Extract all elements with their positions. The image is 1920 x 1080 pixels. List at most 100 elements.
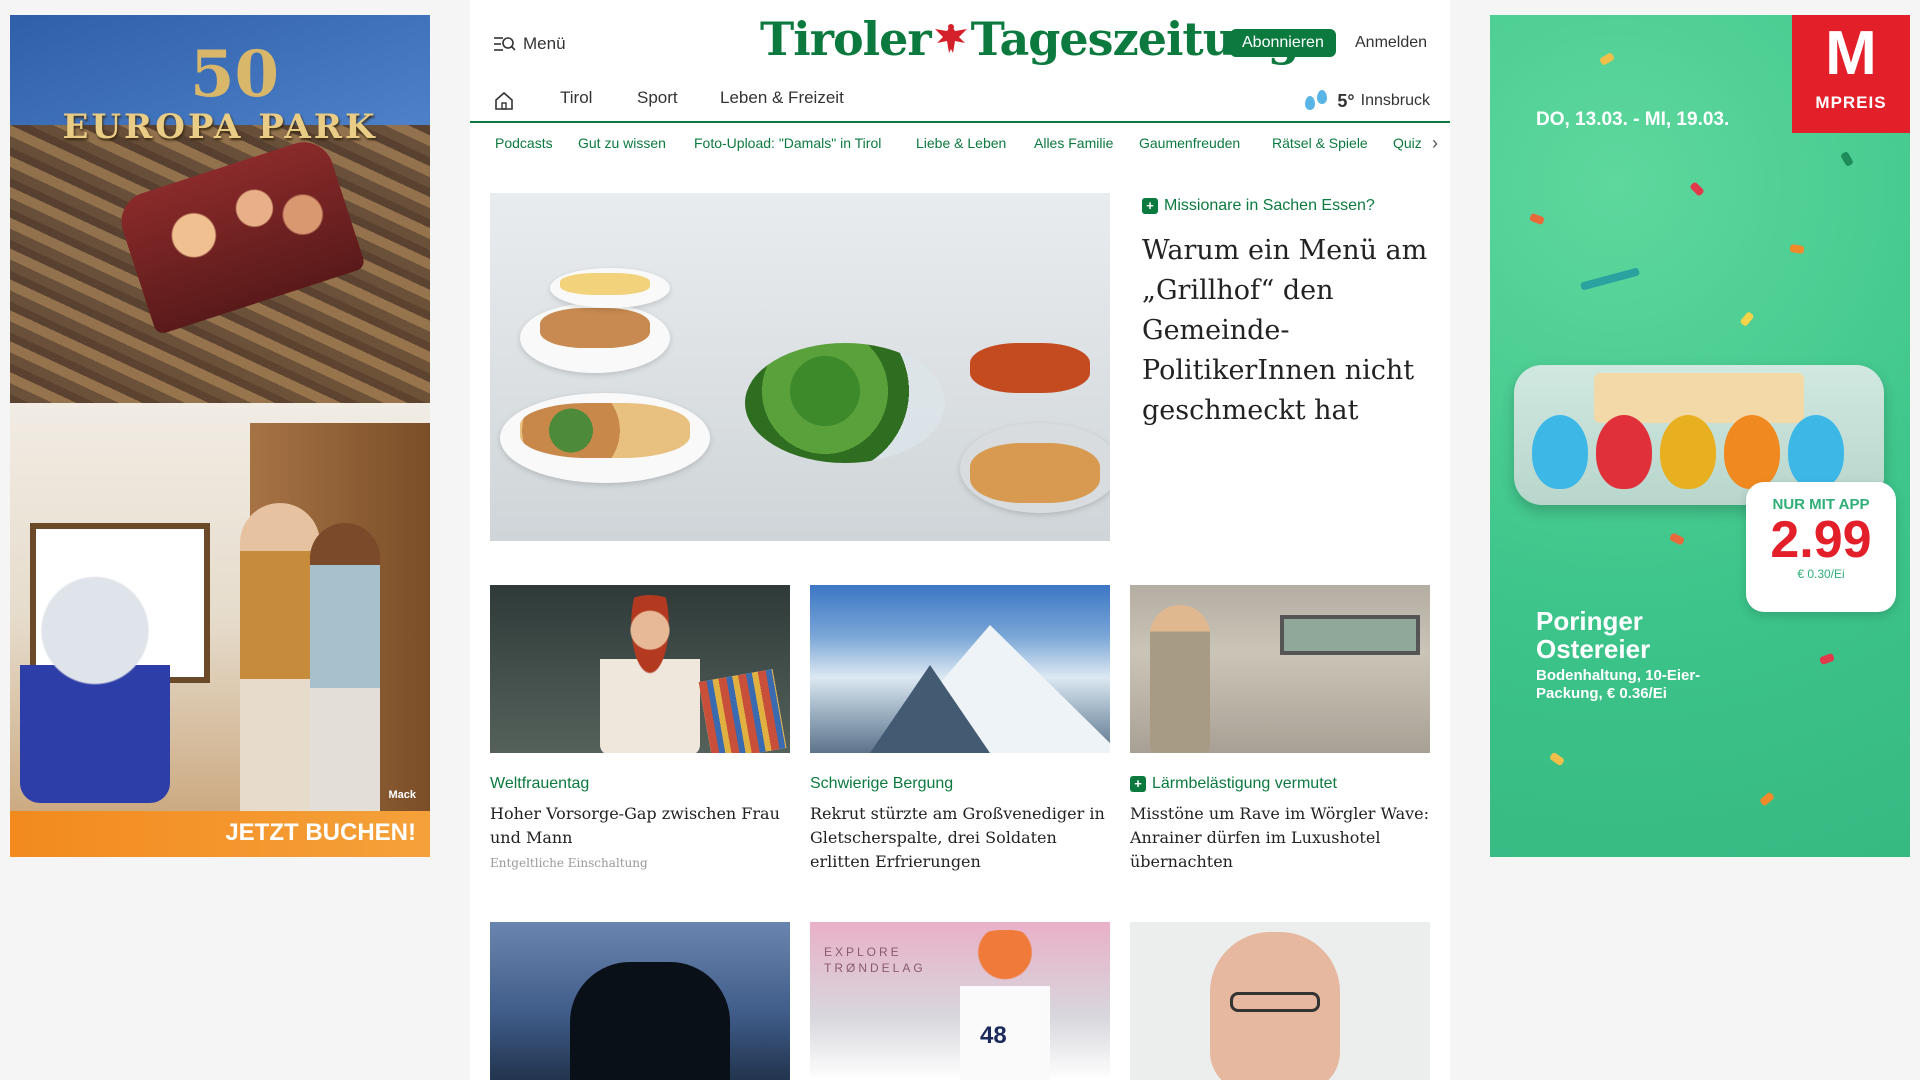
- hero-category: + Missionare in Sachen Essen?: [1142, 197, 1375, 215]
- anniversary-logo: 50: [190, 37, 280, 112]
- chevron-right-icon[interactable]: ›: [1432, 133, 1438, 154]
- menu-button[interactable]: Menü: [493, 34, 566, 54]
- article-image[interactable]: [1130, 922, 1430, 1080]
- article-image[interactable]: [490, 585, 790, 753]
- food: [970, 343, 1090, 393]
- food: [540, 308, 650, 348]
- europa-park-logo: EUROPA PARK: [62, 107, 378, 147]
- article-category-label: Lärmbelästigung vermutet: [1152, 775, 1337, 792]
- article-category: Schwierige Bergung: [810, 775, 954, 792]
- subscribe-button[interactable]: Abonnieren: [1230, 29, 1336, 57]
- nav-item-leben-freizeit[interactable]: Leben & Freizeit: [720, 88, 844, 108]
- article-title[interactable]: Rekrut stürzte am Großvenediger in Glets…: [810, 802, 1110, 874]
- confetti-piece: [1819, 652, 1835, 666]
- rain-icon: [1303, 90, 1331, 112]
- explore-trondelag-banner: EXPLORE TRØNDELAG: [824, 945, 926, 975]
- book-now-button[interactable]: JETZT BUCHEN!: [10, 811, 430, 857]
- confetti-piece: [1689, 181, 1705, 197]
- mountain-shadow: [870, 665, 990, 753]
- bib-number: 48: [980, 1022, 1007, 1049]
- plus-icon: +: [1142, 198, 1158, 214]
- nav-item-sport[interactable]: Sport: [637, 88, 678, 108]
- tyrolean-eagle-icon: [934, 24, 967, 53]
- hotel-room-image: [10, 403, 430, 833]
- header: Menü Tiroler Tageszeitung Abonnieren Anm…: [470, 0, 1450, 88]
- food: [970, 443, 1100, 503]
- egg: [1660, 415, 1716, 489]
- hero-article[interactable]: + Missionare in Sachen Essen? Warum ein …: [490, 193, 1430, 543]
- main-nav: Tirol Sport Leben & Freizeit 5° Innsbruc…: [470, 88, 1450, 123]
- article-image[interactable]: [1130, 585, 1430, 753]
- article-title[interactable]: Hoher Vorsorge-Gap zwischen Frau und Man…: [490, 802, 790, 850]
- home-icon[interactable]: [493, 90, 515, 112]
- article-image[interactable]: [810, 585, 1110, 753]
- sub-nav: Podcasts Gut zu wissen Foto-Upload: "Dam…: [470, 123, 1450, 161]
- egg: [1596, 415, 1652, 489]
- price-tag: NUR MIT APP 2.99 € 0.30/Ei: [1746, 482, 1896, 612]
- hero-image[interactable]: [490, 193, 1110, 541]
- confetti-piece: [1548, 751, 1566, 767]
- menu-label: Menü: [523, 34, 566, 53]
- egg: [1724, 415, 1780, 489]
- egg: [1532, 415, 1588, 489]
- man-figure: [240, 503, 320, 823]
- article-card[interactable]: Schwierige Bergung Rekrut stürzte am Gro…: [810, 585, 1110, 874]
- glasses: [1230, 992, 1320, 1012]
- product-name: Poringer Ostereier: [1536, 606, 1651, 664]
- weather-widget[interactable]: 5° Innsbruck: [1303, 90, 1430, 112]
- hero-category-label: Missionare in Sachen Essen?: [1164, 197, 1375, 214]
- plus-icon: +: [1130, 776, 1146, 792]
- offer-date: DO, 13.03. - MI, 19.03.: [1536, 109, 1730, 130]
- salad-bowl: [745, 343, 945, 463]
- subnav-item-gaumenfreuden[interactable]: Gaumenfreuden: [1139, 135, 1240, 151]
- subnav-item-foto-upload[interactable]: Foto-Upload: "Damals" in Tirol: [694, 135, 881, 151]
- hall-window: [1280, 615, 1420, 655]
- site-logo[interactable]: Tiroler Tageszeitung: [760, 12, 1300, 66]
- article-category: + Lärmbelästigung vermutet: [1130, 775, 1430, 793]
- mack-logo: Mack: [388, 789, 416, 801]
- logo-text-left: Tiroler: [760, 12, 932, 66]
- confetti-piece: [1579, 267, 1641, 291]
- subnav-item-liebe-leben[interactable]: Liebe & Leben: [916, 135, 1006, 151]
- nav-item-tirol[interactable]: Tirol: [560, 88, 592, 108]
- main-content: Menü Tiroler Tageszeitung Abonnieren Anm…: [470, 0, 1450, 1080]
- mpreis-logo: M MPREIS: [1792, 15, 1910, 133]
- europa-park-ad[interactable]: 50 EUROPA PARK Mack JETZT BUCHEN!: [10, 15, 430, 857]
- subnav-item-raetsel-spiele[interactable]: Rätsel & Spiele: [1272, 135, 1368, 151]
- article-card[interactable]: Weltfrauentag Hoher Vorsorge-Gap zwische…: [490, 585, 790, 870]
- food: [560, 273, 650, 295]
- sponsored-label: Entgeltliche Einschaltung: [490, 856, 648, 870]
- product-description: Bodenhaltung, 10-Eier-Packung, € 0.36/Ei: [1536, 667, 1701, 702]
- menu-search-icon: [494, 37, 516, 51]
- article-category: Weltfrauentag: [490, 775, 590, 792]
- confetti-piece: [1840, 150, 1854, 168]
- ski-jumper-photo: [960, 930, 1050, 1080]
- woman-figure: [310, 523, 380, 823]
- weather-temperature: 5°: [1337, 90, 1355, 111]
- silhouette-photo: [570, 962, 730, 1080]
- mpreis-ad[interactable]: M MPREIS DO, 13.03. - MI, 19.03. NUR MIT…: [1490, 15, 1910, 857]
- weather-city: Innsbruck: [1360, 92, 1430, 109]
- login-link[interactable]: Anmelden: [1355, 34, 1427, 52]
- confetti-piece: [1759, 791, 1775, 807]
- food: [520, 403, 690, 458]
- magazine-photo: [698, 669, 787, 753]
- article-image[interactable]: [490, 922, 790, 1080]
- mpreis-logo-letter: M: [1825, 19, 1877, 88]
- hero-title[interactable]: Warum ein Menü am „Grillhof“ den Gemeind…: [1142, 231, 1432, 431]
- article-image[interactable]: EXPLORE TRØNDELAG 48: [810, 922, 1110, 1080]
- subnav-item-podcasts[interactable]: Podcasts: [495, 135, 553, 151]
- subnav-item-gut-zu-wissen[interactable]: Gut zu wissen: [578, 135, 666, 151]
- article-title[interactable]: Misstöne um Rave im Wörgler Wave: Anrain…: [1130, 802, 1430, 874]
- confetti-piece: [1598, 52, 1616, 66]
- mascot-figure: [20, 573, 170, 803]
- confetti-piece: [1529, 212, 1545, 226]
- confetti-piece: [1668, 532, 1686, 546]
- price-unit: € 0.30/Ei: [1797, 567, 1845, 581]
- article-card[interactable]: + Lärmbelästigung vermutet Misstöne um R…: [1130, 585, 1430, 874]
- subnav-item-alles-familie[interactable]: Alles Familie: [1034, 135, 1113, 151]
- egg: [1788, 415, 1844, 489]
- man-photo: [1150, 605, 1210, 753]
- mpreis-logo-name: MPREIS: [1815, 93, 1887, 112]
- subnav-item-quiz[interactable]: Quiz: [1393, 135, 1422, 151]
